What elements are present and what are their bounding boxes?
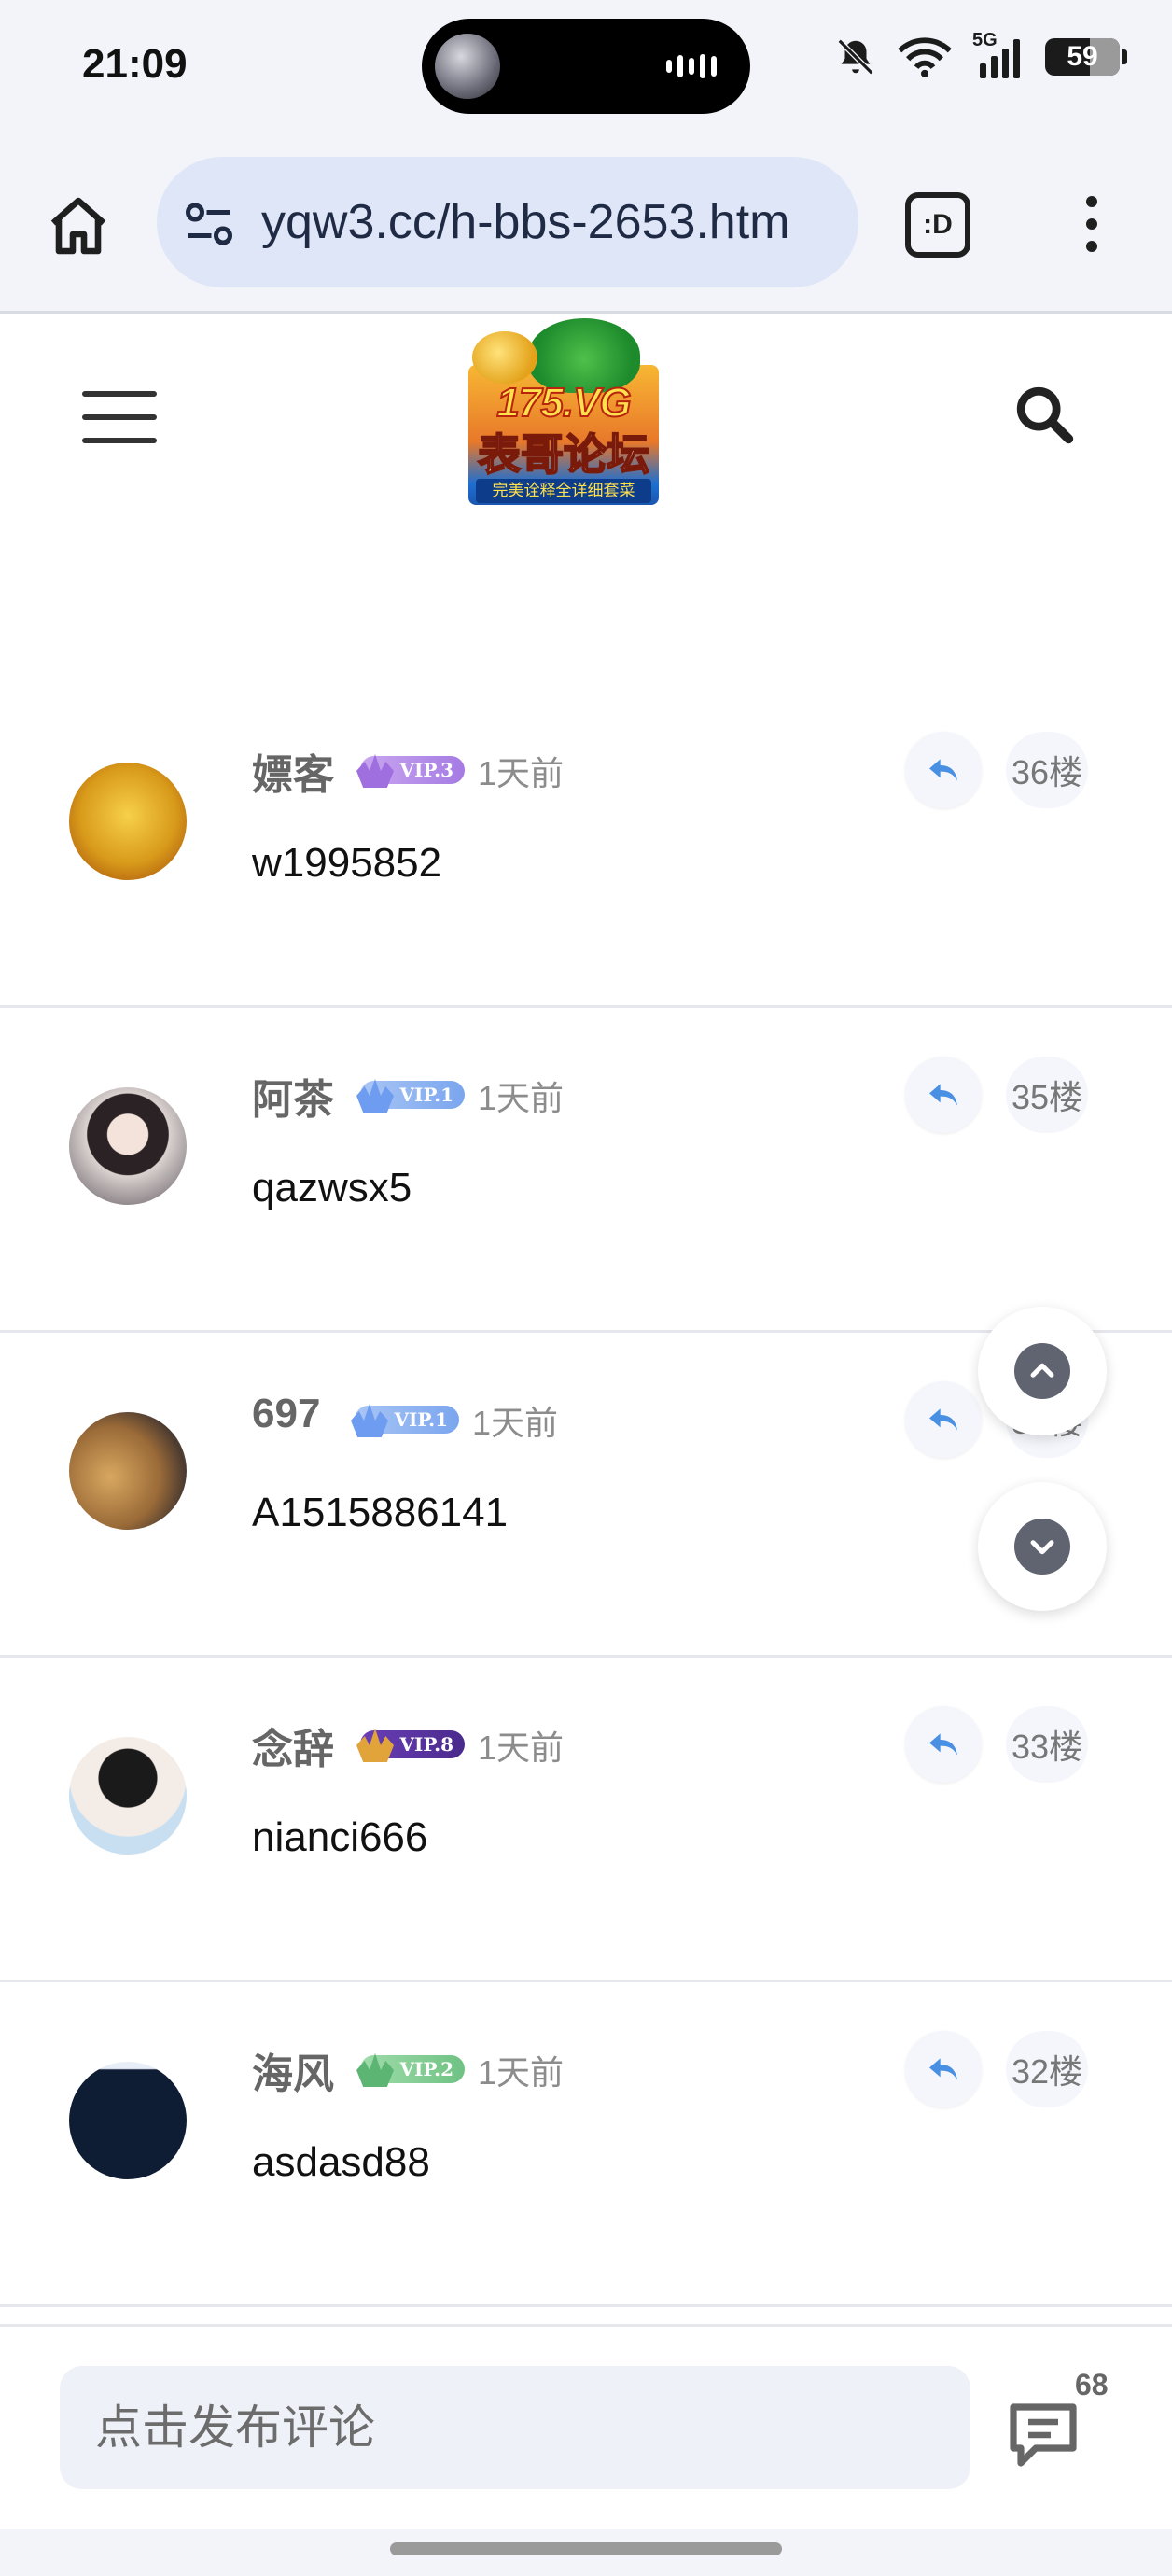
status-icons: 5G 59 — [834, 30, 1127, 78]
url-text[interactable]: yqw3.cc/h-bbs-2653.htm — [261, 194, 840, 250]
mute-bell-icon — [837, 38, 874, 76]
post-time: 1天前 — [478, 1079, 565, 1117]
comment-count-badge: 68 — [1075, 2368, 1109, 2401]
site-settings-icon[interactable] — [181, 196, 237, 252]
username[interactable]: 697 — [252, 1391, 320, 1437]
comment-text: nianci666 — [252, 1814, 428, 1860]
audio-wave-icon — [666, 54, 717, 78]
avatar[interactable] — [69, 1412, 187, 1530]
address-bar[interactable]: yqw3.cc/h-bbs-2653.htm — [157, 157, 858, 287]
hamburger-menu-icon[interactable] — [82, 391, 157, 443]
menu-dot — [1086, 241, 1097, 252]
floor-number: 33楼 — [1006, 1706, 1088, 1783]
home-button[interactable] — [41, 189, 116, 263]
battery-icon: 59 — [1045, 38, 1127, 76]
floor-number: 36楼 — [1006, 732, 1088, 808]
logo-name-text: 表哥论坛 — [477, 429, 650, 480]
comment-text: w1995852 — [252, 840, 442, 886]
reply-button[interactable] — [905, 1381, 982, 1458]
reply-icon — [929, 1733, 957, 1756]
home-gesture-bar[interactable] — [390, 2542, 782, 2555]
comment-item: 阿茶 VIP.1 1天前 35楼 qazwsx5 — [0, 1008, 1172, 1333]
post-time: 1天前 — [478, 1729, 565, 1767]
scroll-to-top-button[interactable] — [978, 1307, 1107, 1435]
browser-menu-button[interactable] — [1073, 187, 1110, 261]
chevron-up-icon — [1030, 1363, 1054, 1378]
reply-icon — [929, 1408, 957, 1431]
status-time: 21:09 — [82, 41, 188, 87]
scroll-to-bottom-button[interactable] — [978, 1482, 1107, 1611]
reply-button[interactable] — [905, 2031, 982, 2107]
reply-button[interactable] — [905, 732, 982, 808]
dynamic-island[interactable] — [422, 19, 750, 114]
home-icon — [50, 197, 106, 255]
reply-icon — [929, 759, 957, 781]
username[interactable]: 嫖客 — [252, 741, 334, 801]
wifi-icon — [898, 37, 952, 77]
status-bar: 21:09 5G 59 — [0, 0, 1172, 131]
browser-toolbar: yqw3.cc/h-bbs-2653.htm :D — [0, 131, 1172, 314]
comment-item: 海风 VIP.2 1天前 32楼 asdasd88 — [0, 1982, 1172, 2307]
cellular-signal-icon: 5G — [972, 30, 1025, 78]
floor-number: 35楼 — [1006, 1057, 1088, 1133]
tab-switcher-button[interactable]: :D — [905, 192, 970, 258]
vip-badge: VIP.1 — [360, 1081, 465, 1109]
username[interactable]: 海风 — [252, 2040, 334, 2100]
avatar[interactable] — [69, 763, 187, 880]
reply-icon — [929, 2058, 957, 2080]
avatar[interactable] — [69, 1087, 187, 1205]
menu-dot — [1086, 196, 1097, 207]
comment-item: 念辞 VIP.8 1天前 33楼 nianci666 — [0, 1658, 1172, 1982]
reply-button[interactable] — [905, 1057, 982, 1133]
username[interactable]: 念辞 — [252, 1715, 334, 1775]
username[interactable]: 阿茶 — [252, 1066, 334, 1126]
reply-button[interactable] — [905, 1706, 982, 1783]
chevron-down-icon — [1030, 1540, 1054, 1555]
vip-badge: VIP.8 — [360, 1730, 465, 1758]
post-time: 1天前 — [472, 1404, 559, 1442]
comment-bar: 68 — [0, 2324, 1172, 2529]
media-thumbnail — [435, 34, 500, 99]
avatar[interactable] — [69, 1737, 187, 1855]
post-time: 1天前 — [478, 754, 565, 792]
vip-badge: VIP.1 — [355, 1406, 459, 1434]
logo-domain-text: 175.VG — [495, 379, 632, 427]
post-time: 1天前 — [478, 2053, 565, 2092]
comment-text: A1515886141 — [252, 1490, 509, 1535]
vip-badge: VIP.2 — [360, 2055, 465, 2083]
battery-level: 59 — [1067, 41, 1098, 72]
floor-number: 32楼 — [1006, 2031, 1088, 2107]
logo-slogan-text: 完美诠释全详细套菜 — [476, 479, 651, 503]
network-type-label: 5G — [972, 30, 998, 50]
search-icon[interactable] — [1012, 382, 1077, 447]
gold-ingot-graphic — [472, 331, 537, 384]
avatar[interactable] — [69, 2062, 187, 2179]
site-logo[interactable]: 175.VG 表哥论坛 完美诠释全详细套菜 — [463, 318, 664, 511]
comment-text: asdasd88 — [252, 2139, 430, 2185]
comment-item: 嫖客 VIP.3 1天前 36楼 w1995852 — [0, 683, 1172, 1008]
comment-input[interactable] — [60, 2366, 970, 2489]
gesture-area — [0, 2529, 1172, 2576]
vip-badge: VIP.3 — [360, 756, 465, 784]
menu-dot — [1086, 218, 1097, 230]
comment-text: qazwsx5 — [252, 1165, 412, 1211]
site-header: 175.VG 表哥论坛 完美诠释全详细套菜 — [0, 316, 1172, 505]
reply-icon — [929, 1084, 957, 1106]
